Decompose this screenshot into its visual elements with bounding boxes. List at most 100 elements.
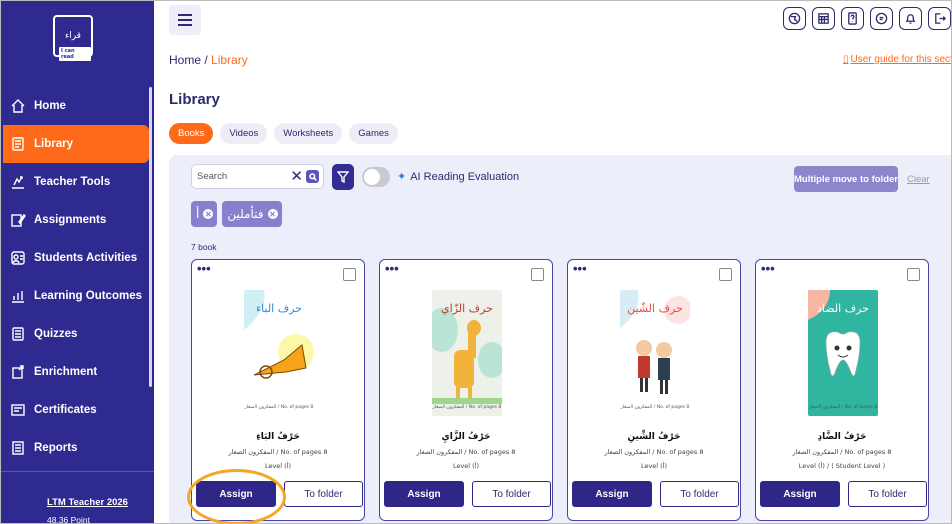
sidebar-item-label: Learning Outcomes [34, 290, 142, 302]
sidebar-item-label: Home [34, 100, 66, 112]
notifications-button[interactable] [899, 7, 922, 30]
help-button[interactable] [841, 7, 864, 30]
to-folder-button[interactable]: To folder [472, 481, 551, 507]
book-cover[interactable]: حرف الشّين المفكرون الصغار / No. of page… [620, 290, 690, 416]
select-checkbox[interactable] [531, 268, 544, 281]
sidebar-item-label: Students Activities [34, 252, 138, 264]
sidebar-item-students-activities[interactable]: Students Activities [1, 239, 154, 277]
sidebar-item-learning-outcomes[interactable]: Learning Outcomes [1, 277, 154, 315]
sidebar-item-library[interactable]: Library [3, 125, 149, 163]
cover-publisher: المفكرون الصغار / No. of pages 8 [432, 405, 502, 410]
top-toolbar [783, 7, 951, 30]
select-checkbox[interactable] [719, 268, 732, 281]
app-logo[interactable]: قراء I can read [53, 15, 93, 61]
logout-button[interactable] [928, 7, 951, 30]
book-level: Level (أ) / ( Student Level ) [798, 462, 886, 470]
book-icon [10, 136, 26, 152]
book-card[interactable]: ••• حرف الزّاي المفكرون الصغار / No. of … [379, 259, 553, 521]
book-title: حَرْفُ البَاءِ [256, 432, 300, 442]
to-folder-button[interactable]: To folder [284, 481, 363, 507]
sidebar-item-label: Teacher Tools [34, 176, 111, 188]
clear-link[interactable]: Clear [907, 174, 930, 185]
tab-books[interactable]: Books [169, 123, 214, 144]
language-button[interactable] [783, 7, 806, 30]
select-checkbox[interactable] [343, 268, 356, 281]
tab-games[interactable]: Games [349, 123, 398, 144]
pencil-icon [10, 212, 26, 228]
book-cover[interactable]: حرف الباء المفكرون الصغار / No. of pages… [244, 290, 314, 416]
sidebar-item-teacher-tools[interactable]: Teacher Tools [1, 163, 154, 201]
activities-icon [10, 250, 26, 266]
sidebar-item-enrichment[interactable]: Enrichment [1, 353, 154, 391]
multiple-move-button[interactable]: Multiple move to folder [794, 166, 898, 192]
book-cover[interactable]: حرف الزّاي المفكرون الصغار / No. of page… [432, 290, 502, 416]
cover-publisher: المفكرون الصغار / No. of pages 8 [244, 405, 314, 410]
logout-icon [935, 13, 946, 24]
cover-title: حرف الشّين [627, 302, 683, 315]
filter-button[interactable] [332, 164, 354, 190]
assign-button[interactable]: Assign [572, 481, 652, 507]
ai-reading-toggle[interactable] [362, 167, 390, 187]
book-meta: المفكرون الصغار / No. of pages 8 [416, 448, 516, 456]
remove-chip-icon[interactable]: ✕ [267, 209, 278, 219]
menu-toggle-button[interactable] [169, 5, 201, 35]
book-grid: ••• حرف الباء المفكرون الصغار / No. of p… [191, 259, 929, 521]
tab-worksheets[interactable]: Worksheets [274, 123, 343, 144]
more-options-icon[interactable]: ••• [197, 262, 211, 275]
sidebar-item-reports[interactable]: Reports [1, 429, 154, 467]
quiz-icon [10, 326, 26, 342]
bell-icon [905, 14, 916, 24]
ai-reading-text: AI Reading Evaluation [410, 170, 520, 183]
user-guide-link[interactable]: ▯ User guide for this section [843, 54, 951, 65]
search-button[interactable] [306, 170, 319, 183]
hamburger-icon [178, 19, 192, 21]
user-points: 48.36 Point [47, 515, 91, 524]
more-options-icon[interactable]: ••• [573, 262, 587, 275]
sidebar-scrollbar[interactable] [149, 87, 152, 387]
breadcrumb-home[interactable]: Home [169, 53, 201, 67]
user-guide-label: User guide for this section [850, 54, 951, 65]
tab-videos[interactable]: Videos [220, 123, 268, 144]
assign-button[interactable]: Assign [384, 481, 464, 507]
to-folder-button[interactable]: To folder [660, 481, 739, 507]
book-meta: المفكرون الصغار / No. of pages 8 [604, 448, 704, 456]
to-folder-button[interactable]: To folder [848, 481, 927, 507]
sidebar-item-assignments[interactable]: Assignments [1, 201, 154, 239]
book-meta: المفكرون الصغار / No. of pages 8 [228, 448, 328, 456]
search-input[interactable]: Search ✕ [191, 164, 324, 189]
cover-title: حرف الضاد [817, 302, 869, 315]
tools-icon [10, 174, 26, 190]
help-icon [848, 12, 857, 25]
calendar-icon [818, 13, 829, 24]
enrichment-icon [10, 364, 26, 380]
more-options-icon[interactable]: ••• [385, 262, 399, 275]
clear-search-icon[interactable]: ✕ [290, 168, 303, 185]
sidebar-item-label: Library [34, 138, 73, 150]
search-icon [308, 172, 317, 181]
sidebar: قراء I can read Home Library Teacher Too… [1, 1, 154, 524]
book-count: 7 book [191, 242, 217, 252]
assign-button[interactable]: Assign [760, 481, 840, 507]
search-placeholder: Search [197, 171, 228, 182]
cover-title: حرف الباء [255, 302, 303, 315]
book-card[interactable]: ••• حرف الضاد المفكرون الصغار / No. of p… [755, 259, 929, 521]
book-cover[interactable]: حرف الضاد المفكرون الصغار / No. of pages… [808, 290, 878, 416]
breadcrumb-current: Library [211, 53, 248, 67]
book-card[interactable]: ••• حرف الشّين المفكرون الصغار / No. of … [567, 259, 741, 521]
ai-reading-label: ✦ AI Reading Evaluation [397, 170, 520, 184]
outcomes-icon [10, 288, 26, 304]
book-level: Level (أ) [640, 462, 668, 470]
chat-button[interactable] [870, 7, 893, 30]
filter-chips: أ ✕ فتأملين ✕ [191, 201, 282, 227]
more-options-icon[interactable]: ••• [761, 262, 775, 275]
cover-title: حرف الزّاي [441, 302, 493, 315]
logo-text: قراء [64, 31, 81, 41]
calendar-button[interactable] [812, 7, 835, 30]
sidebar-item-quizzes[interactable]: Quizzes [1, 315, 154, 353]
user-name[interactable]: LTM Teacher 2026 [47, 497, 128, 508]
sidebar-item-certificates[interactable]: Certificates [1, 391, 154, 429]
remove-chip-icon[interactable]: ✕ [203, 209, 214, 219]
sidebar-item-home[interactable]: Home [1, 87, 154, 125]
certificate-icon [10, 402, 26, 418]
select-checkbox[interactable] [907, 268, 920, 281]
